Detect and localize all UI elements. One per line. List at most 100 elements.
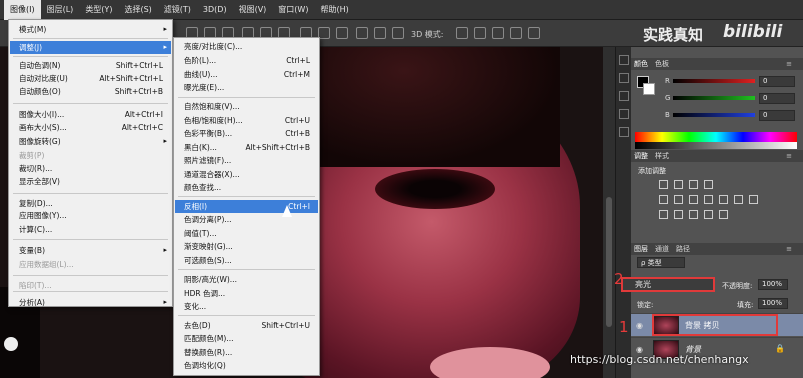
menu-item[interactable]: 替换颜色(R)... — [175, 346, 318, 359]
green-slider[interactable]: G 0 — [665, 93, 801, 106]
menu-3d[interactable]: 3D(D) — [197, 0, 233, 20]
blue-slider-bar[interactable] — [673, 113, 755, 117]
paragraph-icon[interactable] — [619, 127, 629, 137]
menu-item[interactable]: 显示全部(V) — [10, 175, 171, 188]
menu-item[interactable]: 可选颜色(S)... — [175, 254, 318, 267]
blend-mode-select[interactable]: 亮光 — [621, 277, 715, 292]
menu-item[interactable]: 曲线(U)... Ctrl+M — [175, 68, 318, 81]
color-balance-icon[interactable] — [689, 195, 698, 204]
distribute-bottom-icon[interactable] — [336, 27, 348, 39]
tab-channels[interactable]: 通道 — [655, 244, 669, 254]
menu-item[interactable]: 去色(D) Shift+Ctrl+U — [175, 319, 318, 332]
opacity-input[interactable]: 100% — [758, 279, 788, 290]
gradient-map-icon[interactable] — [704, 210, 713, 219]
character-icon[interactable] — [619, 109, 629, 119]
menu-help[interactable]: 帮助(H) — [314, 0, 354, 20]
menu-item[interactable]: 照片滤镜(F)... — [175, 154, 318, 167]
menu-item[interactable]: 图像旋转(G) ▸ — [10, 135, 171, 148]
menu-item[interactable]: 模式(M) ▸ — [10, 23, 171, 36]
green-slider-bar[interactable] — [673, 96, 755, 100]
menu-item[interactable]: 自然饱和度(V)... — [175, 100, 318, 113]
menu-item[interactable]: 渐变映射(G)... — [175, 240, 318, 253]
menu-item[interactable]: 阈值(T)... — [175, 227, 318, 240]
menu-item[interactable]: 黑白(K)... Alt+Shift+Ctrl+B — [175, 141, 318, 154]
hue-saturation-icon[interactable] — [674, 195, 683, 204]
menu-item[interactable]: 图像大小(I)... Alt+Ctrl+I — [10, 108, 171, 121]
color-lookup-icon[interactable] — [749, 195, 758, 204]
menu-item[interactable]: 反相(I) Ctrl+I — [175, 200, 318, 213]
properties-icon[interactable] — [619, 73, 629, 83]
panel-menu-icon[interactable]: ≡ — [786, 152, 792, 160]
tab-layers[interactable]: 图层 — [634, 244, 648, 254]
menu-layer[interactable]: 图层(L) — [41, 0, 80, 20]
invert-icon[interactable] — [659, 210, 668, 219]
fill-input[interactable]: 100% — [758, 298, 788, 309]
menu-item[interactable]: 通道混合器(X)... — [175, 168, 318, 181]
black-white-icon[interactable] — [704, 195, 713, 204]
tab-styles[interactable]: 样式 — [655, 151, 669, 161]
eye-icon[interactable]: ◉ — [636, 321, 643, 330]
menu-item[interactable]: 计算(C)... — [10, 223, 171, 236]
panel-menu-icon[interactable]: ≡ — [786, 60, 792, 68]
tab-swatches[interactable]: 色板 — [655, 59, 669, 69]
selective-color-icon[interactable] — [719, 210, 728, 219]
menu-item[interactable]: HDR 色调... — [175, 287, 318, 300]
brush-icon[interactable] — [619, 91, 629, 101]
menu-item[interactable]: 画布大小(S)... Alt+Ctrl+C — [10, 121, 171, 134]
blue-slider[interactable]: B 0 — [665, 110, 801, 123]
green-value[interactable]: 0 — [759, 93, 795, 104]
menu-image[interactable]: 图像(I) — [4, 0, 41, 20]
channel-mixer-icon[interactable] — [734, 195, 743, 204]
menu-item[interactable]: 色相/饱和度(H)... Ctrl+U — [175, 114, 318, 127]
menu-item[interactable]: 亮度/对比度(C)... — [175, 40, 318, 53]
menu-item[interactable]: 匹配颜色(M)... — [175, 332, 318, 345]
curves-icon[interactable] — [689, 180, 698, 189]
menu-item[interactable]: 色彩平衡(B)... Ctrl+B — [175, 127, 318, 140]
red-slider-bar[interactable] — [673, 79, 755, 83]
menu-item[interactable]: 色调分离(P)... — [175, 213, 318, 226]
threshold-icon[interactable] — [689, 210, 698, 219]
distribute-right-icon[interactable] — [392, 27, 404, 39]
history-icon[interactable] — [619, 55, 629, 65]
menu-item[interactable]: 分析(A) ▸ — [10, 296, 171, 309]
blue-value[interactable]: 0 — [759, 110, 795, 121]
menu-view[interactable]: 视图(V) — [233, 0, 273, 20]
menu-item[interactable]: 阴影/高光(W)... — [175, 273, 318, 286]
photo-filter-icon[interactable] — [719, 195, 728, 204]
exposure-icon[interactable] — [704, 180, 713, 189]
menu-item[interactable]: 色调均化(Q) — [175, 359, 318, 372]
3d-rotate-icon[interactable] — [456, 27, 468, 39]
menu-item[interactable]: 颜色查找... — [175, 181, 318, 194]
menu-item[interactable]: 变化... — [175, 300, 318, 313]
3d-slide-icon[interactable] — [510, 27, 522, 39]
menu-item[interactable]: 自动对比度(U) Alt+Shift+Ctrl+L — [10, 72, 171, 85]
layer-kind-filter[interactable]: ρ 类型 — [637, 257, 685, 268]
scrollbar-thumb[interactable] — [606, 197, 612, 327]
distribute-hcenter-icon[interactable] — [374, 27, 386, 39]
3d-roll-icon[interactable] — [474, 27, 486, 39]
menu-item[interactable]: 应用图像(Y)... — [10, 209, 171, 222]
menu-window[interactable]: 窗口(W) — [272, 0, 314, 20]
tab-color[interactable]: 颜色 — [634, 59, 648, 69]
vibrance-icon[interactable] — [659, 195, 668, 204]
brightness-contrast-icon[interactable] — [659, 180, 668, 189]
background-color-swatch[interactable] — [643, 83, 655, 95]
menu-item[interactable]: 自动色调(N) Shift+Ctrl+L — [10, 59, 171, 72]
menu-item[interactable]: 裁切(R)... — [10, 162, 171, 175]
menu-item[interactable]: 曝光度(E)... — [175, 81, 318, 94]
menu-type[interactable]: 类型(Y) — [79, 0, 118, 20]
menu-item[interactable]: 自动颜色(O) Shift+Ctrl+B — [10, 85, 171, 98]
tab-adjustments[interactable]: 调整 — [634, 151, 648, 161]
menu-item[interactable]: 变量(B) ▸ — [10, 244, 171, 257]
3d-drag-icon[interactable] — [492, 27, 504, 39]
distribute-left-icon[interactable] — [356, 27, 368, 39]
color-spectrum[interactable] — [635, 132, 797, 149]
menu-select[interactable]: 选择(S) — [118, 0, 157, 20]
red-value[interactable]: 0 — [759, 76, 795, 87]
menu-item[interactable]: 色阶(L)... Ctrl+L — [175, 54, 318, 67]
posterize-icon[interactable] — [674, 210, 683, 219]
red-slider[interactable]: R 0 — [665, 76, 801, 89]
panel-menu-icon[interactable]: ≡ — [786, 245, 792, 253]
canvas-scrollbar[interactable] — [603, 47, 615, 378]
3d-scale-icon[interactable] — [528, 27, 540, 39]
